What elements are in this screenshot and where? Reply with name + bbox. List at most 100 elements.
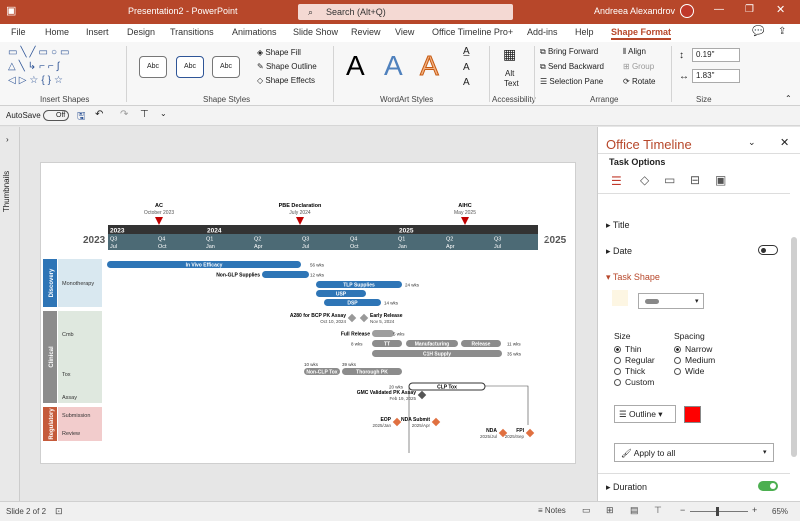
share-icon[interactable]: ⇪ <box>778 26 786 37</box>
present-icon[interactable]: ⊤ <box>140 109 149 120</box>
width-input[interactable]: 1.83" <box>692 69 740 83</box>
alt-text-label-2[interactable]: Text <box>504 79 519 88</box>
tab-animations[interactable]: Animations <box>232 27 277 37</box>
height-input[interactable]: 0.19" <box>692 48 740 62</box>
pane-title: Office Timeline <box>606 137 692 152</box>
text-outline-icon[interactable]: A <box>463 62 470 73</box>
comments-icon[interactable]: 💬 <box>752 26 764 37</box>
tab-review[interactable]: Review <box>351 27 381 37</box>
size-regular-radio[interactable]: Regular <box>614 355 655 365</box>
zoom-level[interactable]: 65% <box>772 507 788 516</box>
zoom-slider[interactable] <box>690 511 748 512</box>
section-duration[interactable]: ▸ Duration <box>606 482 647 493</box>
search-input[interactable]: ⌕ Search (Alt+Q) <box>298 4 513 20</box>
tab-home[interactable]: Home <box>45 27 69 37</box>
section-date[interactable]: ▸ Date <box>606 246 632 257</box>
tab-transitions[interactable]: Transitions <box>170 27 214 37</box>
spacing-wide-radio[interactable]: Wide <box>674 366 704 376</box>
accessibility-check-icon[interactable]: ⊡ <box>55 506 63 517</box>
shapes-gallery[interactable]: ▭╲╱▭○▭ △╲↳⌐⌐∫ ◁▷☆{}☆ <box>8 46 118 90</box>
thumbnails-rail[interactable]: › Thumbnails <box>0 127 20 501</box>
bring-forward-button[interactable]: ⧉ Bring Forward <box>540 47 598 57</box>
outline-color-swatch[interactable] <box>684 406 701 423</box>
spacing-narrow-radio[interactable]: Narrow <box>674 344 712 354</box>
autosave-toggle[interactable]: Off <box>43 110 69 121</box>
duration-toggle[interactable] <box>758 481 778 491</box>
tab-view[interactable]: View <box>395 27 414 37</box>
outline-dropdown[interactable]: ☰ Outline ▾ <box>614 405 676 423</box>
milestone-options-icon[interactable]: ◇ <box>640 173 649 187</box>
bring-forward-icon: ⧉ <box>540 47 548 56</box>
tab-add-ins[interactable]: Add-ins <box>527 27 558 37</box>
date-toggle[interactable] <box>758 245 778 255</box>
expand-thumbnails-icon[interactable]: › <box>6 135 9 144</box>
reading-view-icon[interactable]: ▤ <box>630 505 639 516</box>
task-options-icon[interactable]: ☰ <box>611 174 622 188</box>
undo-icon[interactable]: ↶ <box>95 109 103 120</box>
shape-fill-button[interactable]: ◈ Shape Fill <box>257 48 301 57</box>
rotate-button[interactable]: ⟳ Rotate <box>623 77 656 86</box>
slideshow-icon[interactable]: ⊤ <box>654 505 662 516</box>
pane-options-icon[interactable]: ⌄ <box>748 137 756 148</box>
brush-icon: 🖌 <box>621 448 634 458</box>
redo-icon[interactable]: ↷ <box>120 109 128 120</box>
minimize-icon[interactable]: — <box>714 4 724 15</box>
save-icon-qat[interactable]: 🖫 <box>77 109 86 126</box>
zoom-slider-thumb[interactable] <box>716 507 719 516</box>
avatar[interactable] <box>680 4 694 18</box>
shape-style-3[interactable]: Abc <box>212 56 240 78</box>
send-backward-button[interactable]: ⧉ Send Backward <box>540 62 604 72</box>
wordart-style-3[interactable]: A <box>420 50 440 82</box>
spacing-medium-radio[interactable]: Medium <box>674 355 715 365</box>
timescale-quarter: Q3 <box>110 237 117 243</box>
restore-icon[interactable]: ❐ <box>745 4 754 15</box>
size-custom-radio[interactable]: Custom <box>614 377 654 387</box>
tab-insert[interactable]: Insert <box>86 27 109 37</box>
user-name[interactable]: Andreea Alexandrov <box>594 6 675 16</box>
shape-style-1[interactable]: Abc <box>139 56 167 78</box>
slide-counter: Slide 2 of 2 <box>6 507 47 516</box>
align-button[interactable]: ⫴ Align <box>623 47 646 57</box>
wordart-style-1[interactable]: A <box>346 50 365 82</box>
size-thick-radio[interactable]: Thick <box>614 366 645 376</box>
top-milestone-marker <box>155 217 163 225</box>
outline-icon: ☰ <box>619 409 629 419</box>
text-fill-icon[interactable]: A̲ <box>463 46 470 57</box>
tab-office-timeline[interactable]: Office Timeline Pro+ <box>432 27 513 37</box>
tab-file[interactable]: File <box>11 27 26 37</box>
shape-dropdown[interactable]: ▾ <box>638 293 704 309</box>
alt-text-label-1[interactable]: Alt <box>505 69 514 78</box>
selection-pane-button[interactable]: ☰ Selection Pane <box>540 77 603 86</box>
pane-close-icon[interactable]: ✕ <box>780 136 789 149</box>
text-effects-icon[interactable]: A <box>463 77 470 88</box>
save-icon[interactable]: ▣ <box>6 4 16 17</box>
shape-effects-button[interactable]: ◇ Shape Effects <box>257 76 315 85</box>
slide-canvas[interactable]: 2023 2025 2023 2024 2025 Q3 Jul Q4 Oct Q1 Jan Q2… <box>40 162 576 464</box>
customize-qat-icon[interactable]: ⌄ <box>160 109 167 118</box>
size-thin-radio[interactable]: Thin <box>614 344 642 354</box>
pane-scrollbar[interactable] <box>791 237 797 457</box>
tab-design[interactable]: Design <box>127 27 155 37</box>
section-task-shape[interactable]: ▾ Task Shape <box>606 272 660 283</box>
tab-help[interactable]: Help <box>575 27 594 37</box>
scale-options-icon[interactable]: ▭ <box>664 173 675 187</box>
timescale-year: 2024 <box>207 228 222 235</box>
shape-style-2[interactable]: Abc <box>176 56 204 78</box>
shape-outline-button[interactable]: ✎ Shape Outline <box>257 62 317 71</box>
group-button[interactable]: ⊞ Group <box>623 62 654 71</box>
apply-to-all-button[interactable]: 🖌 Apply to all ▾ <box>614 443 774 462</box>
alt-text-icon[interactable]: ▦ <box>503 46 516 63</box>
zoom-in-icon[interactable]: + <box>752 505 757 515</box>
close-icon[interactable]: ✕ <box>776 3 785 16</box>
wordart-style-2[interactable]: A <box>384 50 403 82</box>
swimlane-options-icon[interactable]: ⊟ <box>690 173 700 187</box>
layout-options-icon[interactable]: ▣ <box>715 173 726 187</box>
slide-sorter-icon[interactable]: ⊞ <box>606 505 614 516</box>
tab-slide-show[interactable]: Slide Show <box>293 27 338 37</box>
notes-button[interactable]: ≡ Notes <box>538 506 566 515</box>
normal-view-icon[interactable]: ▭ <box>582 505 591 516</box>
zoom-out-icon[interactable]: − <box>680 505 685 515</box>
collapse-ribbon-icon[interactable]: ⌃ <box>785 94 792 103</box>
section-title[interactable]: ▸ Title <box>606 220 630 231</box>
tab-shape-format[interactable]: Shape Format <box>611 27 672 40</box>
